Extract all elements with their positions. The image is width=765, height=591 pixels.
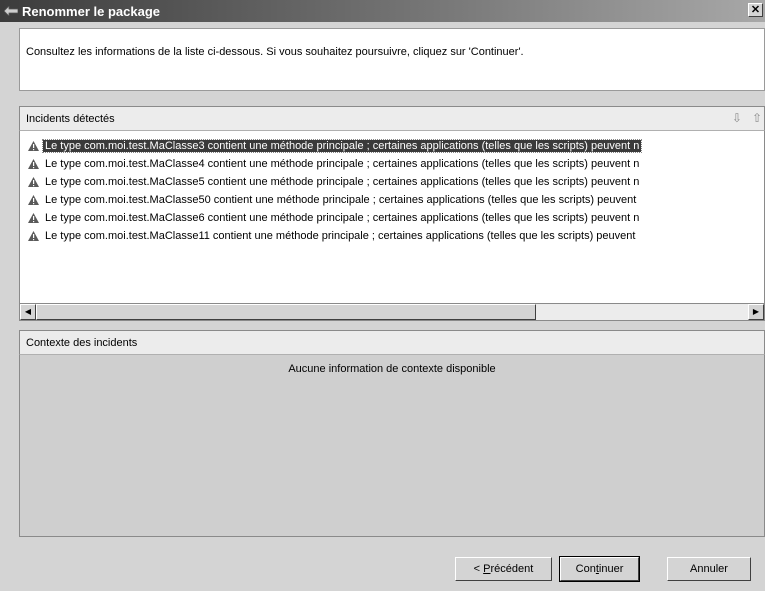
incident-row[interactable]: Le type com.moi.test.MaClasse6 contient … bbox=[20, 209, 764, 227]
title-bar: Renommer le package ✕ bbox=[0, 0, 765, 22]
incident-list[interactable]: Le type com.moi.test.MaClasse3 contient … bbox=[19, 131, 765, 303]
rename-package-icon bbox=[4, 6, 18, 16]
context-empty-message: Aucune information de contexte disponibl… bbox=[288, 363, 496, 375]
arrow-up-icon[interactable]: ⇧ bbox=[752, 111, 762, 125]
arrow-down-icon[interactable]: ⇩ bbox=[732, 111, 742, 125]
incident-row[interactable]: Le type com.moi.test.MaClasse3 contient … bbox=[20, 137, 764, 155]
warning-icon bbox=[28, 213, 39, 223]
message-panel: Consultez les informations de la liste c… bbox=[19, 28, 765, 91]
context-panel: Aucune information de contexte disponibl… bbox=[19, 355, 765, 537]
scroll-thumb[interactable] bbox=[36, 304, 536, 320]
incident-text: Le type com.moi.test.MaClasse4 contient … bbox=[45, 158, 640, 170]
close-icon: ✕ bbox=[750, 4, 761, 16]
incident-row[interactable]: Le type com.moi.test.MaClasse11 contient… bbox=[20, 227, 764, 245]
arrow-left-icon: ◀ bbox=[24, 307, 32, 316]
continue-button[interactable]: Continuer bbox=[559, 556, 640, 582]
scroll-left-button[interactable]: ◀ bbox=[20, 304, 36, 320]
incident-text: Le type com.moi.test.MaClasse11 contient… bbox=[45, 230, 636, 242]
warning-icon bbox=[28, 159, 39, 169]
context-header-label: Contexte des incidents bbox=[26, 337, 138, 349]
scroll-right-button[interactable]: ▶ bbox=[748, 304, 764, 320]
arrow-right-icon: ▶ bbox=[752, 307, 760, 316]
incident-row[interactable]: Le type com.moi.test.MaClasse4 contient … bbox=[20, 155, 764, 173]
incidents-header: Incidents détectés ⇩ ⇧ bbox=[19, 106, 765, 131]
info-message: Consultez les informations de la liste c… bbox=[26, 46, 524, 58]
horizontal-scrollbar[interactable]: ◀ ▶ bbox=[19, 303, 765, 321]
previous-button[interactable]: < Précédent bbox=[455, 557, 552, 581]
incident-text: Le type com.moi.test.MaClasse5 contient … bbox=[45, 176, 640, 188]
incident-text: Le type com.moi.test.MaClasse6 contient … bbox=[45, 212, 640, 224]
incident-row[interactable]: Le type com.moi.test.MaClasse50 contient… bbox=[20, 191, 764, 209]
cancel-button[interactable]: Annuler bbox=[667, 557, 751, 581]
incident-nav: ⇩ ⇧ bbox=[732, 111, 762, 125]
warning-icon bbox=[28, 231, 39, 241]
context-header: Contexte des incidents bbox=[19, 330, 765, 355]
incidents-header-label: Incidents détectés bbox=[26, 113, 115, 125]
close-button[interactable]: ✕ bbox=[748, 3, 763, 17]
warning-icon bbox=[28, 195, 39, 205]
warning-icon bbox=[28, 177, 39, 187]
incident-text: Le type com.moi.test.MaClasse3 contient … bbox=[41, 139, 643, 153]
warning-icon bbox=[28, 141, 39, 151]
window-title: Renommer le package bbox=[22, 3, 161, 19]
incident-row[interactable]: Le type com.moi.test.MaClasse5 contient … bbox=[20, 173, 764, 191]
incident-text: Le type com.moi.test.MaClasse50 contient… bbox=[45, 194, 637, 206]
